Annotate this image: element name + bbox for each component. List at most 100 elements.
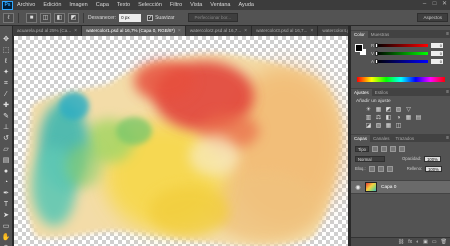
red-slider-track[interactable] [375, 43, 428, 48]
green-slider-track[interactable] [375, 51, 428, 56]
tab-channels[interactable]: Canales [370, 135, 393, 142]
crop-icon[interactable]: ⌗ [1, 79, 12, 88]
levels-icon[interactable]: ▦ [375, 107, 382, 114]
close-icon[interactable]: ✕ [441, 1, 448, 8]
menu-filter[interactable]: Filtro [170, 2, 182, 8]
blend-mode-dropdown[interactable]: Normal [355, 155, 385, 162]
curves-icon[interactable]: ◩ [385, 107, 392, 114]
color-lookup-icon[interactable]: ▤ [415, 115, 422, 122]
eyedropper-icon[interactable]: ⁄ [1, 90, 12, 99]
panel-menu-icon[interactable]: ≡ [446, 31, 450, 38]
layer-name[interactable]: Capa 0 [381, 185, 396, 190]
photo-filter-icon[interactable]: ◑ [395, 115, 402, 122]
lock-pixels-icon[interactable] [368, 165, 375, 172]
blue-slider-track[interactable] [375, 59, 428, 64]
healing-icon[interactable]: ✚ [1, 101, 12, 110]
eraser-icon[interactable]: ▱ [1, 145, 12, 154]
panel-menu-icon[interactable]: ≡ [446, 135, 450, 142]
menu-file[interactable]: Archivo [17, 2, 35, 8]
shape-icon[interactable]: ▭ [1, 222, 12, 231]
tab-watercolor3[interactable]: watercolor3.psd al 16,7... × [252, 26, 319, 36]
menu-view[interactable]: Vista [190, 2, 202, 8]
minimize-icon[interactable]: – [421, 1, 428, 8]
trash-icon[interactable]: 🗑 [441, 239, 447, 245]
menu-type[interactable]: Texto [117, 2, 130, 8]
menu-select[interactable]: Selección [138, 2, 162, 8]
maximize-icon[interactable]: □ [431, 1, 438, 8]
shape-filter-icon[interactable] [399, 145, 405, 152]
green-value-field[interactable]: 0 [431, 51, 443, 56]
new-selection-icon[interactable]: ■ [26, 12, 37, 23]
foreground-color-swatch[interactable] [355, 44, 363, 52]
tab-watercolor2[interactable]: watercolor2.psd al 16,7... × [185, 26, 253, 36]
opacity-field[interactable]: 100% [424, 155, 441, 162]
layer-item[interactable]: ◉ Capa 0 [351, 180, 450, 194]
red-value-field[interactable]: 0 [431, 43, 443, 48]
close-icon[interactable]: × [178, 26, 181, 36]
lasso-icon[interactable]: ℓ [1, 57, 12, 66]
color-spectrum-bar[interactable] [357, 77, 445, 82]
fill-field[interactable]: 100% [425, 165, 442, 172]
new-layer-icon[interactable]: ▭ [432, 239, 437, 245]
menu-layer[interactable]: Capa [96, 2, 109, 8]
tab-watercolor1[interactable]: watercolor1.psd al 16,7% (Capa 0, RGB/8*… [82, 26, 186, 36]
brush-icon[interactable]: ✎ [1, 112, 12, 121]
subtract-selection-icon[interactable]: ◧ [54, 12, 65, 23]
lock-position-icon[interactable] [377, 165, 384, 172]
color-balance-icon[interactable]: ⚖ [375, 115, 382, 122]
tab-adjustments[interactable]: Ajustes [351, 89, 372, 96]
exposure-icon[interactable]: ▨ [395, 107, 402, 114]
slider-handle[interactable] [375, 51, 378, 56]
history-brush-icon[interactable]: ↺ [1, 134, 12, 143]
workspace-button[interactable]: Aspectos [417, 13, 448, 22]
black-white-icon[interactable]: ◧ [385, 115, 392, 122]
tab-swatches[interactable]: Muestras [368, 31, 393, 38]
intersect-selection-icon[interactable]: ◩ [68, 12, 79, 23]
close-icon[interactable]: × [74, 26, 77, 36]
visibility-eye-icon[interactable]: ◉ [354, 184, 362, 191]
layer-mask-icon[interactable]: ▣ [423, 239, 428, 245]
link-layers-icon[interactable]: ⛓ [398, 239, 404, 245]
red-slider[interactable]: R 0 [371, 43, 447, 48]
tab-styles[interactable]: Estilos [372, 89, 391, 96]
menu-image[interactable]: Imagen [69, 2, 87, 8]
menu-help[interactable]: Ayuda [238, 2, 254, 8]
slider-handle[interactable] [375, 43, 378, 48]
vibrance-icon[interactable]: ▽ [405, 107, 412, 114]
type-filter-icon[interactable] [390, 145, 396, 152]
tab-layers[interactable]: Capas [351, 135, 371, 142]
pixel-filter-icon[interactable] [372, 145, 378, 152]
tab-watercolor4[interactable]: watercolor4.psd al 16,7...× [318, 26, 348, 36]
tab-paths[interactable]: Trazados [393, 135, 418, 142]
invert-icon[interactable]: ◪ [365, 123, 372, 130]
lasso-icon[interactable]: ℓ [3, 12, 14, 23]
add-selection-icon[interactable]: ◫ [40, 12, 51, 23]
tab-acuarela[interactable]: acuarela.psd al 25% (Ca... × [13, 26, 83, 36]
menu-window[interactable]: Ventana [210, 2, 230, 8]
adjustment-layer-icon[interactable]: ◐ [416, 239, 419, 245]
tab-color[interactable]: Color [351, 31, 368, 38]
refine-edge-button[interactable]: Perfeccionar bor... [187, 13, 239, 22]
feather-input[interactable]: 0 px [119, 13, 142, 22]
blur-icon[interactable]: ● [1, 167, 12, 176]
close-icon[interactable]: × [244, 26, 247, 36]
document-canvas[interactable] [14, 36, 348, 246]
adjustment-filter-icon[interactable] [381, 145, 387, 152]
blue-slider[interactable]: A 0 [371, 59, 447, 64]
layer-style-icon[interactable]: fx [408, 239, 412, 245]
move-icon[interactable]: ✥ [1, 35, 12, 44]
type-icon[interactable]: T [1, 200, 12, 209]
dodge-icon[interactable]: ◔ [1, 178, 12, 187]
marquee-icon[interactable]: ⬚ [1, 46, 12, 55]
close-icon[interactable]: × [310, 26, 313, 36]
gradient-icon[interactable]: ▤ [1, 156, 12, 165]
hue-saturation-icon[interactable]: ▥ [365, 115, 372, 122]
antialias-checkbox[interactable]: ✓ [147, 14, 154, 21]
magic-wand-icon[interactable]: ✦ [1, 68, 12, 77]
lock-all-icon[interactable] [386, 165, 393, 172]
layer-filter-dropdown[interactable]: Tipo [355, 145, 369, 152]
panel-menu-icon[interactable]: ≡ [446, 89, 450, 96]
blue-value-field[interactable]: 0 [431, 59, 443, 64]
channel-mixer-icon[interactable]: ▦ [405, 115, 412, 122]
menu-edit[interactable]: Edición [43, 2, 61, 8]
